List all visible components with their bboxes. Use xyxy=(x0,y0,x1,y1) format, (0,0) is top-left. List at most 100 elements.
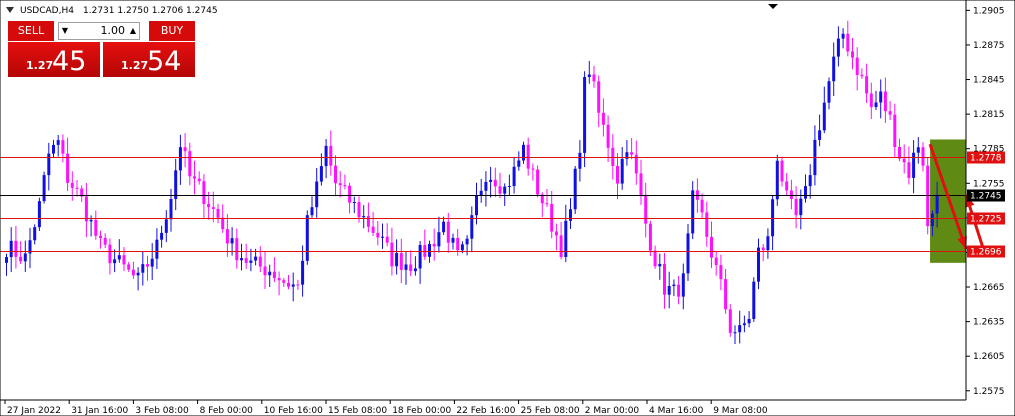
candle xyxy=(630,137,634,160)
lot-size-stepper[interactable]: ▼ 1.00 ▲ xyxy=(58,22,140,40)
candle xyxy=(569,198,572,230)
time-axis: 27 Jan 2022 31 Jan 16:00 3 Feb 08:00 8 Feb … xyxy=(4,400,768,416)
lot-size-value[interactable]: 1.00 xyxy=(73,23,126,39)
candle xyxy=(902,144,906,174)
time-tick-label: 31 Jan 16:00 xyxy=(71,406,128,416)
candle xyxy=(493,167,497,197)
candle xyxy=(752,277,756,322)
candle xyxy=(489,166,493,198)
candle xyxy=(235,228,239,269)
candle xyxy=(42,171,46,204)
candle xyxy=(399,238,403,284)
candle xyxy=(310,196,314,218)
candle xyxy=(56,135,60,157)
candle xyxy=(258,246,262,273)
candle xyxy=(742,315,746,333)
price-level-label: 1.2778 xyxy=(970,154,1002,164)
candle xyxy=(249,248,253,272)
buy-price-prefix: 1.27 xyxy=(121,59,149,72)
candle xyxy=(573,165,577,214)
candle xyxy=(479,178,483,203)
candle xyxy=(141,251,145,286)
sell-price-box[interactable]: 1.27 45 xyxy=(8,42,100,77)
candle xyxy=(33,224,37,245)
candle xyxy=(719,254,723,291)
candle xyxy=(836,26,840,67)
buy-price-pips: 54 xyxy=(147,46,182,77)
candle xyxy=(681,263,685,310)
buy-price-box[interactable]: 1.27 54 xyxy=(103,42,195,77)
candle xyxy=(691,181,695,240)
candle xyxy=(644,182,648,238)
candle xyxy=(789,179,793,210)
candle xyxy=(611,134,615,180)
candle xyxy=(639,159,643,205)
candle xyxy=(648,220,652,257)
candle xyxy=(70,171,74,201)
collapse-triangle-icon[interactable] xyxy=(6,7,14,13)
candle xyxy=(183,133,187,168)
candle xyxy=(146,255,149,281)
candle xyxy=(432,228,436,261)
candle xyxy=(61,134,65,163)
candle xyxy=(352,196,356,214)
price-tick-label: 1.2575 xyxy=(973,387,1005,397)
candle xyxy=(334,155,337,197)
candle xyxy=(818,114,822,147)
price-level-label: 1.2745 xyxy=(970,192,1002,202)
candle xyxy=(667,271,671,309)
candle xyxy=(587,60,591,84)
candle xyxy=(127,262,131,273)
candle xyxy=(597,75,601,128)
price-tick-label: 1.2815 xyxy=(973,110,1005,120)
sell-button-label: SELL xyxy=(17,24,45,37)
candle xyxy=(244,243,248,269)
candle xyxy=(23,240,27,272)
candle xyxy=(272,257,276,282)
price-axis: 1.29051.28751.28451.28151.27851.27551.27… xyxy=(966,6,1005,397)
candle xyxy=(465,235,469,256)
candle xyxy=(108,238,112,275)
candle xyxy=(319,153,323,186)
candle xyxy=(84,182,88,238)
candle xyxy=(418,240,422,284)
candle xyxy=(700,193,704,219)
candle xyxy=(813,125,817,186)
sell-price-prefix: 1.27 xyxy=(26,59,54,72)
candle xyxy=(686,223,690,281)
candle xyxy=(28,227,32,269)
candle xyxy=(470,206,474,253)
candle xyxy=(559,222,563,260)
candle xyxy=(592,65,596,88)
candle xyxy=(550,190,554,239)
candle xyxy=(531,163,535,181)
candle xyxy=(601,98,605,137)
increase-lot-icon[interactable]: ▲ xyxy=(127,23,139,39)
candle xyxy=(912,140,916,194)
candle xyxy=(846,20,850,57)
candle xyxy=(263,251,267,289)
candle xyxy=(376,221,380,246)
candle xyxy=(103,233,107,249)
candle xyxy=(160,225,164,248)
candle xyxy=(677,275,681,305)
candle xyxy=(338,171,342,198)
candle xyxy=(150,243,154,281)
candle xyxy=(437,216,441,253)
candle xyxy=(822,86,826,134)
candle xyxy=(545,188,549,207)
shift-marker-icon[interactable] xyxy=(768,4,778,9)
candle xyxy=(366,202,370,233)
one-click-trading-panel: SELL BUY ▼ 1.00 ▲ 1.27 45 1.27 54 xyxy=(8,21,195,77)
candle xyxy=(517,151,521,171)
candle xyxy=(710,221,713,268)
decrease-lot-icon[interactable]: ▼ xyxy=(59,23,71,39)
candle xyxy=(113,249,117,273)
time-tick-label: 8 Feb 00:00 xyxy=(200,406,254,416)
candle xyxy=(860,68,864,79)
candle xyxy=(324,139,328,179)
candle xyxy=(526,137,530,176)
candle xyxy=(66,137,70,192)
candle xyxy=(879,79,883,119)
candle xyxy=(775,154,779,206)
